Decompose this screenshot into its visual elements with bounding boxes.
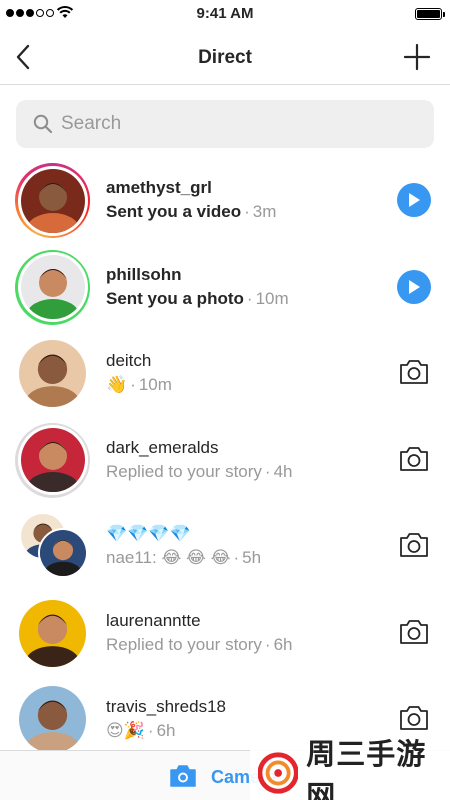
avatar [19,340,86,407]
thread-message: nae11: 😂 😂 😂 [106,548,231,567]
separator-dot: · [264,461,271,481]
thread-time: 6h [156,721,176,740]
thread-preview: Sent you a photo · 10m [106,289,289,309]
play-icon[interactable] [397,183,431,217]
thread-username: 💎💎💎💎 [106,524,191,543]
thread-row[interactable]: laurenanntte Replied to your story · 6h [0,589,450,676]
avatar [20,168,85,233]
thread-username: dark_emeralds [106,437,219,457]
new-message-plus-icon[interactable] [404,44,430,70]
thread-time: 3m [252,202,277,221]
separator-dot: · [130,375,136,394]
camera-icon[interactable] [398,444,430,474]
thread-username: travis_shreds18 [106,697,227,716]
nav-bar: Direct [0,28,450,85]
thread-username: laurenanntte [106,610,201,630]
camera-icon[interactable] [169,764,197,788]
thread-preview: Replied to your story · 4h [106,462,293,482]
thread-row[interactable]: 💎💎💎💎 nae11: 😂 😂 😂 · 5h [0,502,450,589]
status-time: 9:41 AM [196,5,254,22]
thread-preview: 😍🎉 · 6h [106,721,175,741]
avatar-ring [15,249,90,325]
battery-icon [415,8,445,20]
thread-message: 😍🎉 [106,721,145,740]
thread-list: amethyst_grl Sent you a video · 3m phillsohn… [0,156,450,750]
avatar [20,428,85,492]
search-bar[interactable] [16,100,434,148]
separator-dot: · [244,202,250,221]
watermark-text: 周三手游网 [306,738,427,800]
play-icon[interactable] [397,269,431,304]
thread-time: 5h [242,548,262,567]
avatar-ring [15,422,90,498]
thread-preview: Replied to your story · 6h [106,635,293,655]
thread-preview: 👋 · 10m [106,375,172,395]
thread-time: 10m [255,288,289,308]
thread-message: Replied to your story [106,634,262,654]
camera-icon[interactable] [398,703,430,733]
thread-row[interactable]: amethyst_grl Sent you a video · 3m [0,156,450,243]
thread-preview: Sent you a video · 3m [106,202,276,222]
avatar [19,686,86,750]
camera-icon[interactable] [398,530,430,560]
thread-message: Sent you a video [106,202,242,221]
thread-time: 6h [273,634,293,654]
thread-message: Sent you a photo [106,288,244,308]
thread-row[interactable]: dark_emeralds Replied to your story · 4h [0,416,450,503]
avatar [19,599,86,667]
thread-username: amethyst_grl [106,178,212,197]
thread-username: deitch [106,351,152,370]
separator-dot: · [246,288,253,308]
camera-icon[interactable] [398,617,430,647]
avatar-ring [15,163,90,238]
search-input[interactable] [61,113,401,135]
thread-time: 4h [273,461,293,481]
avatar [20,255,85,319]
thread-row[interactable]: phillsohn Sent you a photo · 10m [0,243,450,330]
watermark: 周三手游网 [250,739,450,800]
thread-username: phillsohn [106,264,182,284]
separator-dot: · [264,634,271,654]
thread-preview: nae11: 😂 😂 😂 · 5h [106,548,261,568]
watermark-logo-icon [258,751,299,794]
separator-dot: · [147,721,154,740]
thread-row[interactable]: deitch 👋 · 10m [0,329,450,416]
thread-time: 10m [138,375,172,394]
page-title: Direct [198,47,252,68]
thread-message: 👋 [106,375,128,394]
camera-icon[interactable] [398,357,430,387]
separator-dot: · [233,548,240,567]
thread-message: Replied to your story [106,461,262,481]
search-icon [33,114,53,134]
status-bar: 9:41 AM [0,0,450,28]
